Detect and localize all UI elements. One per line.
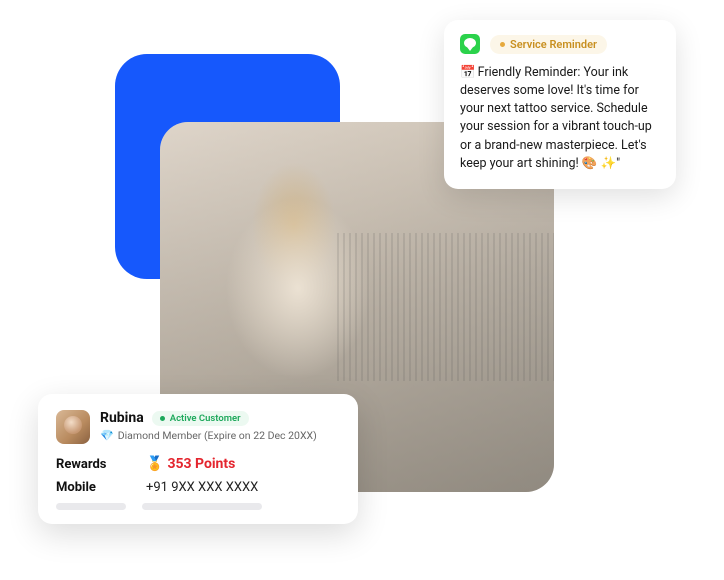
status-badge: Active Customer	[152, 411, 249, 426]
message-icon	[460, 34, 480, 54]
customer-card: Rubina Active Customer 💎 Diamond Member …	[38, 394, 358, 524]
rewards-label: Rewards	[56, 457, 146, 472]
skeleton-placeholder	[56, 503, 126, 510]
points-text: 353 Points	[167, 456, 235, 472]
customer-header: Rubina Active Customer 💎 Diamond Member …	[56, 410, 340, 444]
membership-row: 💎 Diamond Member (Expire on 22 Dec 20XX)	[100, 429, 317, 442]
rewards-row: Rewards 🏅 353 Points	[56, 456, 340, 472]
customer-name: Rubina	[100, 410, 144, 426]
reminder-badge-label: Service Reminder	[510, 38, 597, 51]
membership-text: Diamond Member (Expire on 22 Dec 20XX)	[118, 429, 317, 442]
mobile-row: Mobile +91 9XX XXX XXXX	[56, 480, 340, 495]
skeleton-row	[56, 503, 340, 510]
skeleton-placeholder	[142, 503, 262, 510]
medal-icon: 🏅	[146, 456, 163, 472]
avatar	[56, 410, 90, 444]
mobile-value: +91 9XX XXX XXXX	[146, 480, 258, 495]
status-label: Active Customer	[170, 413, 241, 424]
customer-name-row: Rubina Active Customer	[100, 410, 317, 426]
reminder-message: Friendly Reminder: Your ink deserves som…	[460, 65, 652, 171]
calendar-icon: 📅	[460, 65, 476, 80]
reminder-body: 📅Friendly Reminder: Your ink deserves so…	[460, 64, 660, 173]
diamond-icon: 💎	[100, 429, 114, 442]
reminder-header: Service Reminder	[460, 34, 660, 54]
mobile-label: Mobile	[56, 480, 146, 495]
status-dot-icon	[160, 416, 165, 421]
service-reminder-card: Service Reminder 📅Friendly Reminder: You…	[444, 20, 676, 189]
points-value: 🏅 353 Points	[146, 456, 235, 472]
badge-dot-icon	[500, 42, 505, 47]
reminder-badge: Service Reminder	[490, 35, 607, 54]
